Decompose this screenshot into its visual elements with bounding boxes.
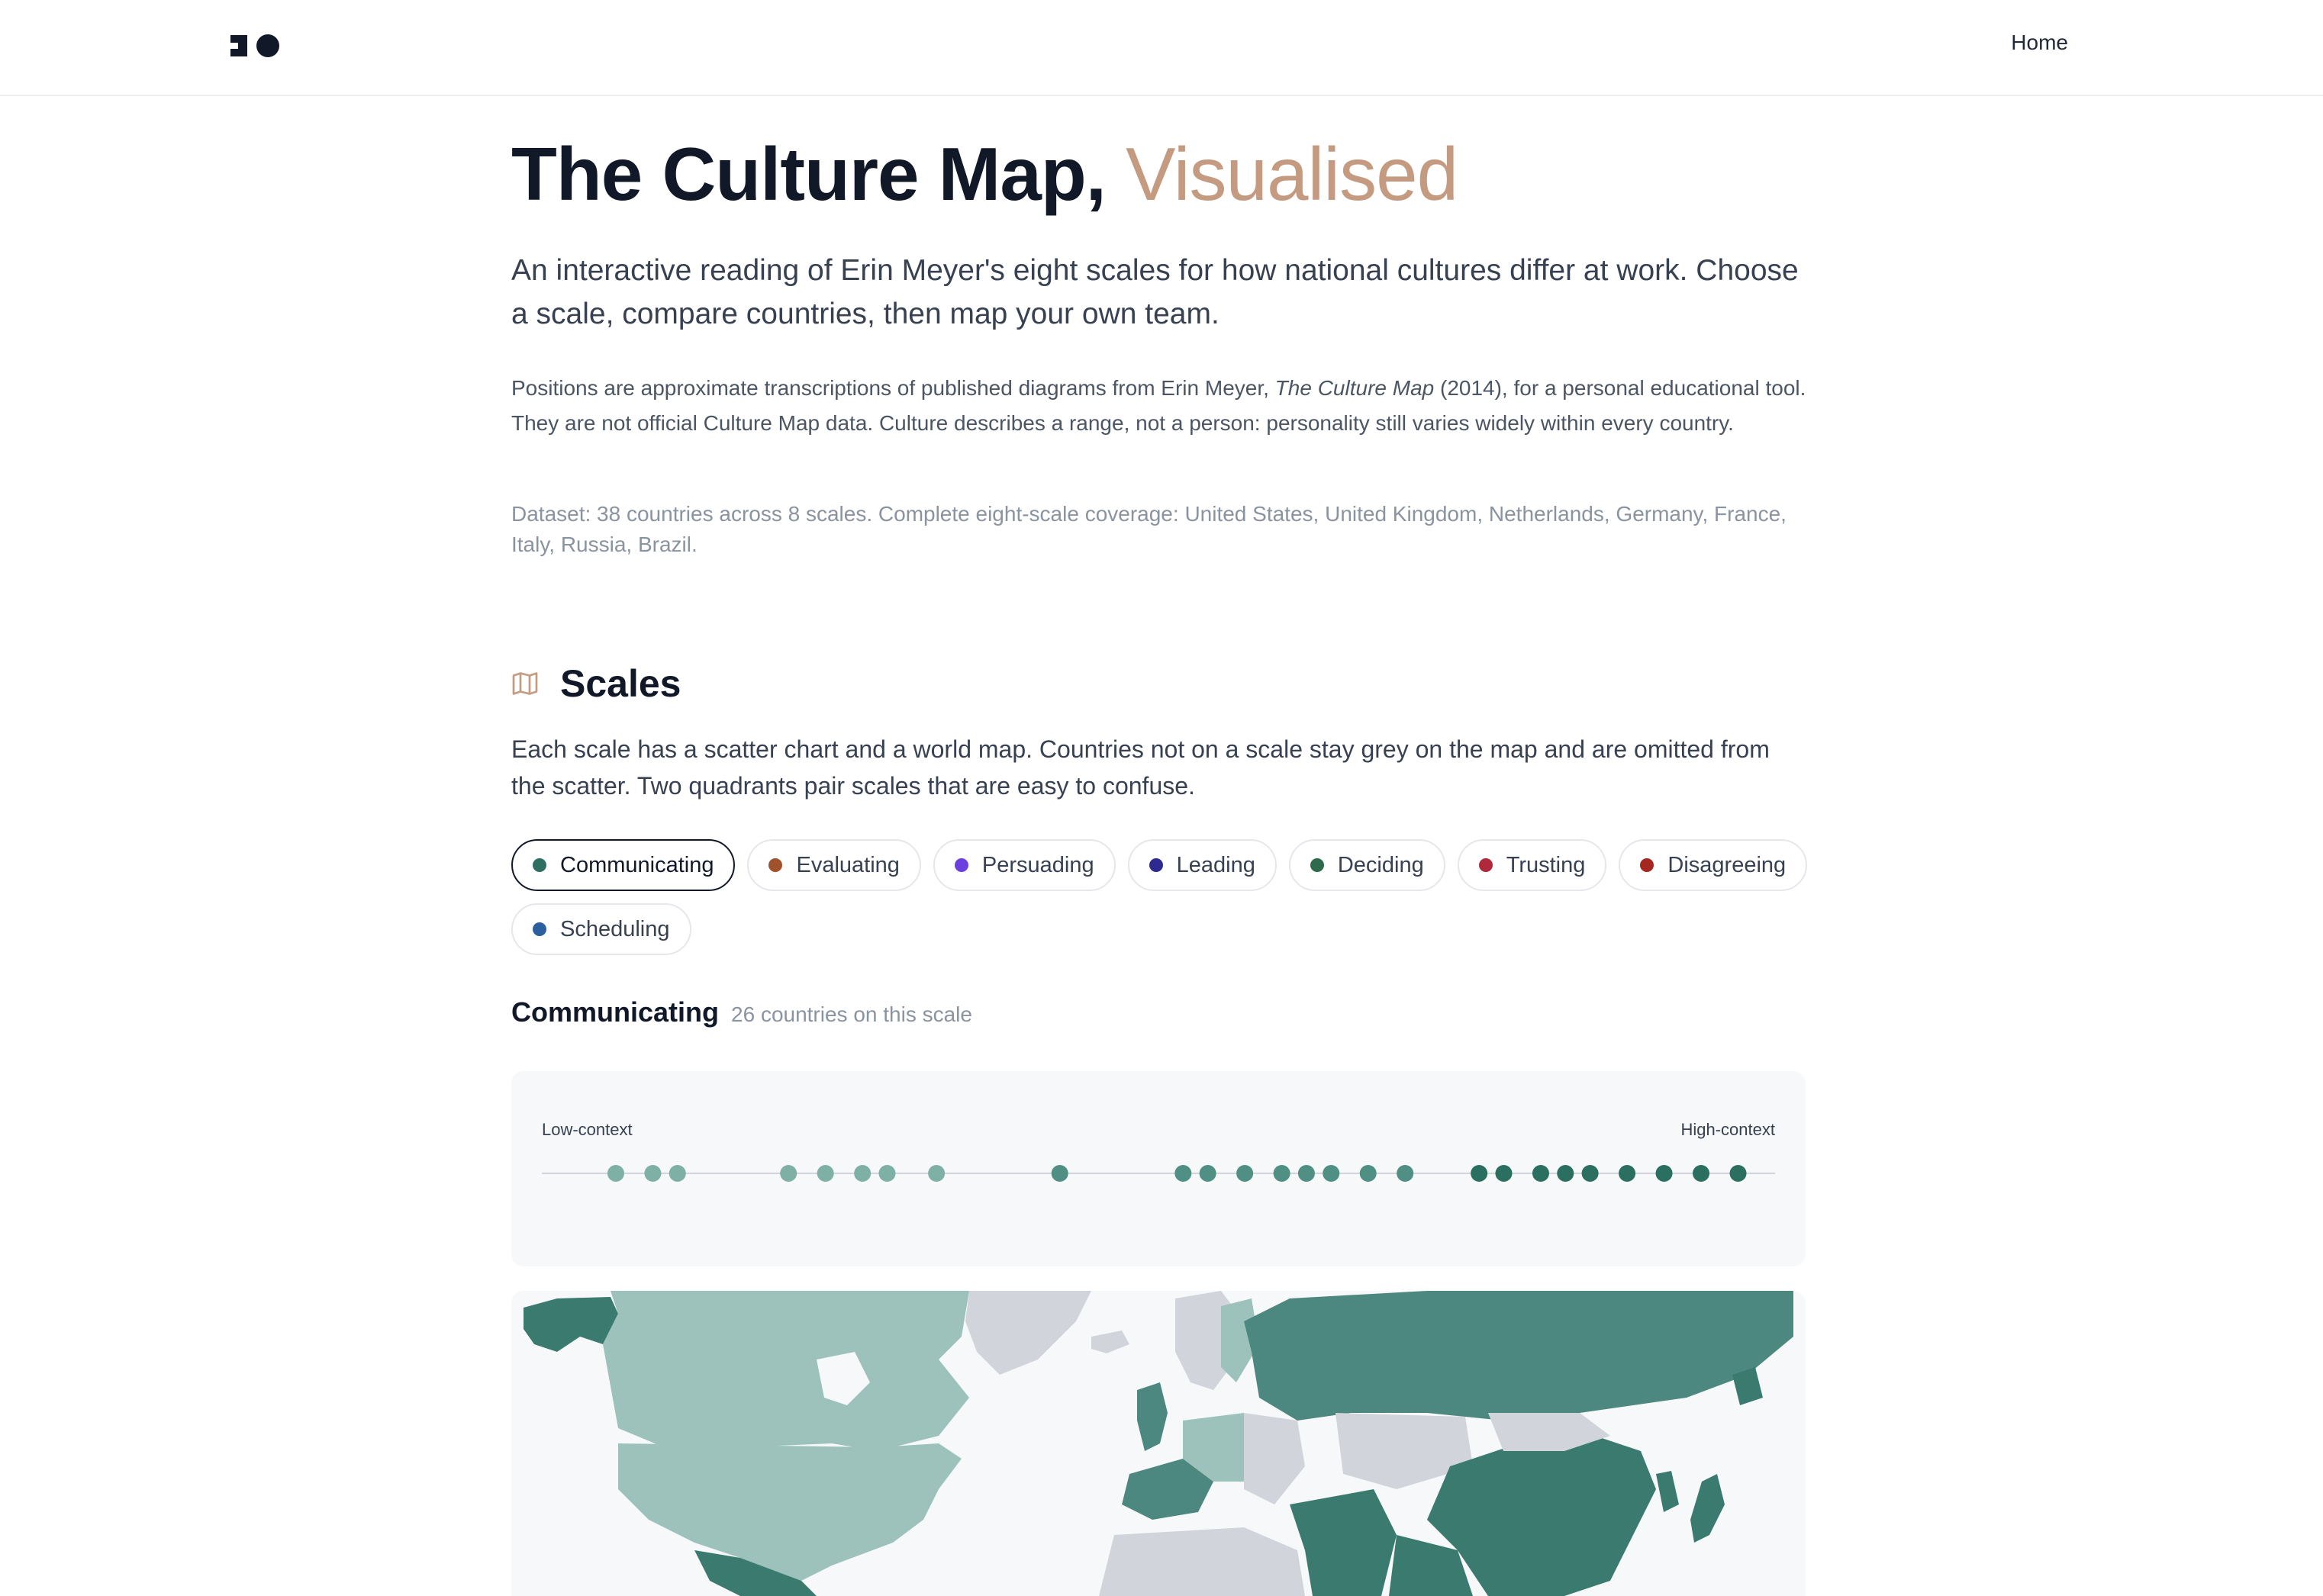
scale-chip-label: Deciding [1337, 852, 1424, 877]
scale-chip-persuading[interactable]: Persuading [933, 839, 1116, 891]
map-region-canada[interactable] [603, 1291, 969, 1451]
top-navigation-bar: Home [0, 0, 2323, 96]
scale-color-dot [1149, 858, 1163, 872]
page-title: The Culture Map, Visualised [511, 131, 1458, 217]
map-icon [512, 672, 538, 695]
scale-color-dot [1310, 858, 1324, 872]
scatter-point[interactable] [1323, 1165, 1340, 1182]
scale-color-dot [533, 922, 546, 936]
page-title-main: The Culture Map, [511, 132, 1107, 216]
scatter-point[interactable] [878, 1165, 896, 1182]
scatter-point[interactable] [1619, 1165, 1636, 1182]
scale-chip-label: Trusting [1506, 852, 1586, 877]
scatter-point[interactable] [1557, 1165, 1574, 1182]
scatter-point[interactable] [1471, 1165, 1488, 1182]
scatter-point[interactable] [1729, 1165, 1747, 1182]
map-region-russia[interactable] [1244, 1291, 1793, 1421]
dataset-summary: Dataset: 38 countries across 8 scales. C… [511, 502, 1787, 556]
map-region-japan[interactable] [1690, 1474, 1725, 1543]
map-region-greenland [965, 1291, 1091, 1375]
page-title-accent: Visualised [1126, 132, 1458, 216]
scatter-point[interactable] [1174, 1165, 1192, 1182]
scatter-point[interactable] [644, 1165, 662, 1182]
scatter-point[interactable] [780, 1165, 797, 1182]
scatter-point[interactable] [607, 1165, 624, 1182]
scale-chip-label: Scheduling [560, 916, 670, 941]
map-region-korea[interactable] [1656, 1471, 1679, 1512]
scale-chip-disagreeing[interactable]: Disagreeing [1619, 839, 1808, 891]
book-title: The Culture Map [1274, 376, 1435, 400]
map-region-middle-east[interactable] [1290, 1489, 1397, 1596]
scale-chip-label: Disagreeing [1667, 852, 1787, 877]
world-map-svg [524, 1291, 1793, 1596]
scatter-point[interactable] [1397, 1165, 1414, 1182]
scatter-point[interactable] [1051, 1165, 1068, 1182]
scatter-point[interactable] [1655, 1165, 1673, 1182]
scatter-svg: Low-context High-context [542, 1120, 1775, 1182]
disclaimer-note: Positions are approximate transcriptions… [511, 371, 1809, 441]
scale-chip-communicating[interactable]: Communicating [511, 839, 736, 891]
scale-chip-label: Evaluating [796, 852, 900, 877]
note-text-before: Positions are approximate transcriptions… [511, 376, 1275, 400]
map-region-eastern-europe [1244, 1413, 1305, 1504]
scatter-point[interactable] [854, 1165, 872, 1182]
scale-color-dot [954, 858, 968, 872]
scale-color-dot [1640, 858, 1654, 872]
nav-home-link[interactable]: Home [2011, 31, 2068, 55]
scales-section-header: Scales [511, 661, 681, 706]
map-region-iceland [1091, 1331, 1129, 1353]
country-count: 26 countries on this scale [731, 1002, 972, 1026]
scatter-point[interactable] [1693, 1165, 1710, 1182]
scatter-point[interactable] [1297, 1165, 1315, 1182]
scale-chip-scheduling[interactable]: Scheduling [511, 903, 691, 955]
scatter-point[interactable] [1273, 1165, 1290, 1182]
scatter-point[interactable] [1532, 1165, 1549, 1182]
selected-scale-title: Communicating [511, 996, 720, 1028]
axis-left-label: Low-context [542, 1120, 633, 1139]
scatter-point[interactable] [817, 1165, 834, 1182]
scale-color-dot [533, 858, 546, 872]
scales-heading: Scales [560, 662, 681, 705]
scatter-point[interactable] [1199, 1165, 1216, 1182]
map-region-north-africa [1099, 1527, 1305, 1596]
scatter-point[interactable] [1359, 1165, 1377, 1182]
scale-selector: Communicating Evaluating Persuading Leading… [511, 839, 1809, 955]
scale-chip-deciding[interactable]: Deciding [1288, 839, 1445, 891]
world-map [511, 1291, 1806, 1596]
scale-color-dot [768, 858, 783, 872]
scale-chip-label: Communicating [560, 852, 714, 877]
axis-right-label: High-context [1680, 1120, 1775, 1139]
scale-chip-label: Persuading [981, 852, 1094, 877]
scatter-point[interactable] [1495, 1165, 1513, 1182]
map-region-united-kingdom[interactable] [1137, 1382, 1168, 1451]
scatter-point[interactable] [669, 1165, 686, 1182]
scale-chip-label: Leading [1176, 852, 1255, 877]
map-region-united-states[interactable] [618, 1443, 962, 1581]
scales-description: Each scale has a scatter chart and a wor… [511, 735, 1770, 800]
scale-chip-trusting[interactable]: Trusting [1457, 839, 1607, 891]
scale-chip-leading[interactable]: Leading [1127, 839, 1277, 891]
site-logo-icon[interactable] [229, 32, 282, 60]
scatter-chart: Low-context High-context [511, 1071, 1806, 1266]
scale-color-dot [1478, 858, 1493, 872]
selected-scale-header: Communicating 26 countries on this scale [511, 996, 972, 1028]
scatter-point[interactable] [1581, 1165, 1599, 1182]
scale-chip-evaluating[interactable]: Evaluating [747, 839, 921, 891]
scatter-point[interactable] [1236, 1165, 1254, 1182]
scatter-point[interactable] [928, 1165, 946, 1182]
intro-lead: An interactive reading of Erin Meyer's e… [511, 254, 1799, 330]
